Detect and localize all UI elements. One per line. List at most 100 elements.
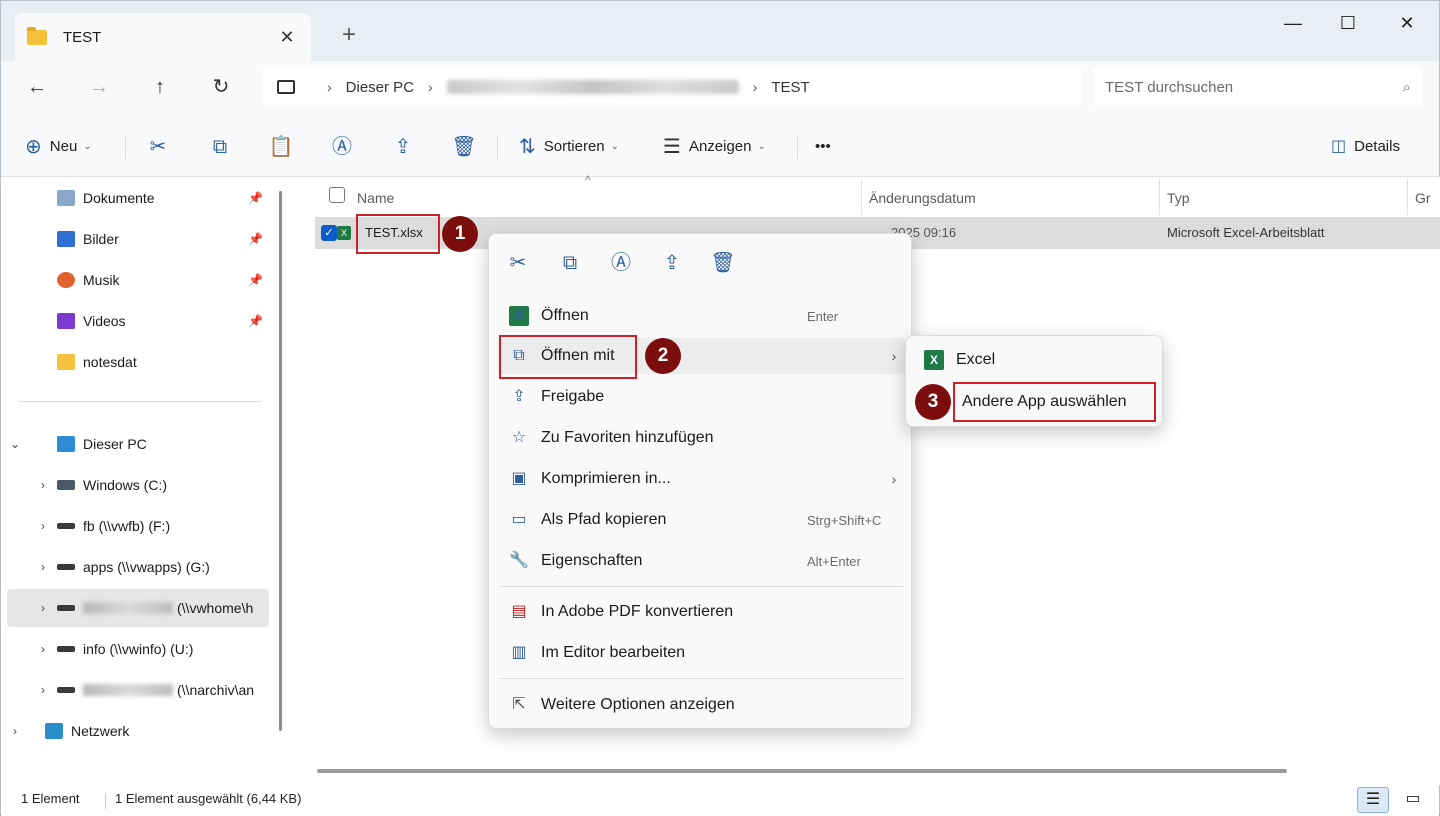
- menu-item-adobe-pdf[interactable]: ▤ In Adobe PDF konvertieren: [497, 594, 905, 630]
- sidebar-item-videos[interactable]: Videos 📌: [1, 302, 271, 340]
- menu-item-editor[interactable]: ▥ Im Editor bearbeiten: [497, 635, 905, 671]
- tiles-view-icon[interactable]: ▭: [1397, 787, 1429, 813]
- refresh-icon[interactable]: ↻: [205, 71, 237, 103]
- column-header-date[interactable]: Änderungsdatum: [869, 183, 976, 213]
- select-all-checkbox[interactable]: [329, 187, 345, 203]
- chevron-right-icon[interactable]: ›: [29, 601, 57, 615]
- chevron-right-icon[interactable]: ›: [1, 724, 29, 738]
- menu-item-more-options[interactable]: ⇱ Weitere Optionen anzeigen: [497, 687, 905, 723]
- cut-icon[interactable]: ✂: [503, 248, 533, 278]
- sort-ascending-icon: ^: [585, 173, 591, 187]
- sort-button[interactable]: ⇅ Sortieren ⌄: [519, 131, 619, 161]
- sidebar-item-documents[interactable]: Dokumente 📌: [1, 179, 271, 217]
- breadcrumb-this-pc[interactable]: Dieser PC: [346, 79, 414, 96]
- column-header-type[interactable]: Typ: [1167, 183, 1190, 213]
- breadcrumb-test[interactable]: TEST: [771, 79, 809, 96]
- menu-item-label: Öffnen: [541, 307, 589, 324]
- close-window-button[interactable]: ✕: [1385, 9, 1429, 37]
- menu-item-compress[interactable]: ▣ Komprimieren in... ›: [497, 461, 905, 497]
- menu-item-properties[interactable]: 🔧 Eigenschaften Alt+Enter: [497, 543, 905, 579]
- file-type: Microsoft Excel-Arbeitsblatt: [1167, 225, 1325, 240]
- chevron-down-icon[interactable]: ⌄: [1, 437, 29, 451]
- menu-item-open[interactable]: X Öffnen Enter: [497, 298, 905, 334]
- column-divider[interactable]: [861, 179, 862, 215]
- maximize-button[interactable]: ☐: [1326, 9, 1370, 37]
- horizontal-scrollbar[interactable]: [317, 769, 1287, 773]
- delete-icon[interactable]: 🗑: [708, 248, 738, 278]
- chevron-right-icon[interactable]: ›: [29, 683, 57, 697]
- highlight-box-open-with: [499, 335, 637, 379]
- sort-icon: ⇅: [519, 135, 536, 158]
- chevron-right-icon[interactable]: ›: [29, 478, 57, 492]
- breadcrumb-redacted[interactable]: [446, 80, 739, 94]
- menu-item-label: Im Editor bearbeiten: [541, 644, 686, 661]
- submenu-item-excel[interactable]: X Excel: [914, 342, 1156, 378]
- more-options-button[interactable]: •••: [815, 131, 831, 161]
- pin-icon[interactable]: 📌: [248, 191, 263, 205]
- sidebar-item-label: Bilder: [83, 231, 119, 247]
- paste-icon[interactable]: 📋: [266, 133, 296, 161]
- details-button[interactable]: ◫ Details: [1331, 131, 1400, 161]
- rename-icon[interactable]: Ⓐ: [327, 133, 357, 161]
- details-view-icon[interactable]: ☰: [1357, 787, 1389, 813]
- tab-test[interactable]: TEST ✕: [15, 13, 311, 61]
- sidebar-item-drive-archive[interactable]: › (\\narchiv\an: [1, 671, 271, 709]
- sidebar-item-network[interactable]: › Netzwerk: [1, 712, 271, 750]
- sidebar-item-drive-f[interactable]: › fb (\\vwfb) (F:): [1, 507, 271, 545]
- pin-icon[interactable]: 📌: [248, 232, 263, 246]
- chevron-right-icon[interactable]: ›: [29, 519, 57, 533]
- more-options-icon: ⇱: [512, 696, 526, 713]
- sidebar-item-label: Windows (C:): [83, 477, 168, 493]
- copy-icon[interactable]: ⧉: [205, 133, 235, 161]
- row-checkbox[interactable]: ✓: [321, 225, 337, 241]
- redacted-name: [83, 602, 173, 614]
- computer-icon: [277, 80, 295, 94]
- menu-item-add-favorites[interactable]: ☆ Zu Favoriten hinzufügen: [497, 420, 905, 456]
- documents-icon: [57, 190, 75, 206]
- sidebar-item-drive-home[interactable]: › (\\vwhome\h: [7, 589, 269, 627]
- delete-icon[interactable]: 🗑: [449, 133, 479, 161]
- column-divider[interactable]: [1159, 179, 1160, 215]
- chevron-right-icon[interactable]: ›: [29, 560, 57, 574]
- new-button[interactable]: ⊕ Neu ⌄: [25, 131, 92, 161]
- step-badge-3: 3: [915, 384, 951, 420]
- search-input[interactable]: TEST durchsuchen ⌕: [1093, 67, 1423, 107]
- column-header-size[interactable]: Gr: [1415, 183, 1431, 213]
- column-header-name[interactable]: Name: [357, 183, 394, 213]
- step-badge-2: 2: [645, 338, 681, 374]
- rename-icon[interactable]: Ⓐ: [606, 248, 636, 278]
- up-arrow-icon[interactable]: ↑: [144, 71, 176, 103]
- back-arrow-icon[interactable]: ←: [21, 71, 53, 103]
- list-view-icon: ☰: [663, 135, 681, 158]
- sidebar-item-this-pc[interactable]: ⌄ Dieser PC: [1, 425, 271, 463]
- sidebar-item-drive-u[interactable]: › info (\\vwinfo) (U:): [1, 630, 271, 668]
- close-tab-icon[interactable]: ✕: [275, 27, 299, 48]
- computer-icon: [57, 436, 75, 452]
- menu-item-share[interactable]: ⇪ Freigabe: [497, 379, 905, 415]
- column-divider[interactable]: [1407, 179, 1408, 215]
- chevron-right-icon[interactable]: ›: [29, 642, 57, 656]
- sidebar-item-notesdat[interactable]: notesdat: [1, 343, 271, 381]
- cut-icon[interactable]: ✂: [143, 133, 173, 161]
- address-bar[interactable]: › Dieser PC › › TEST: [263, 67, 1081, 107]
- view-button[interactable]: ☰ Anzeigen ⌄: [663, 131, 766, 161]
- sort-label: Sortieren: [543, 137, 605, 155]
- sidebar-scrollbar[interactable]: [279, 191, 282, 731]
- minimize-button[interactable]: —: [1271, 9, 1315, 37]
- chevron-down-icon: ⌄: [83, 140, 92, 152]
- menu-item-copy-path[interactable]: ▭ Als Pfad kopieren Strg+Shift+C: [497, 502, 905, 538]
- share-icon[interactable]: ⇪: [657, 248, 687, 278]
- sidebar-item-pictures[interactable]: Bilder 📌: [1, 220, 271, 258]
- new-tab-button[interactable]: +: [335, 21, 363, 49]
- share-icon[interactable]: ⇪: [388, 133, 418, 161]
- sidebar-item-drive-g[interactable]: › apps (\\vwapps) (G:): [1, 548, 271, 586]
- status-item-count: 1 Element: [21, 791, 80, 806]
- forward-arrow-icon[interactable]: →: [83, 71, 115, 103]
- title-bar: TEST ✕ + — ☐ ✕: [1, 1, 1439, 61]
- copy-icon[interactable]: ⧉: [555, 248, 585, 278]
- menu-divider: [499, 586, 903, 587]
- sidebar-item-music[interactable]: Musik 📌: [1, 261, 271, 299]
- sidebar-item-drive-c[interactable]: › Windows (C:): [1, 466, 271, 504]
- pin-icon[interactable]: 📌: [248, 273, 263, 287]
- pin-icon[interactable]: 📌: [248, 314, 263, 328]
